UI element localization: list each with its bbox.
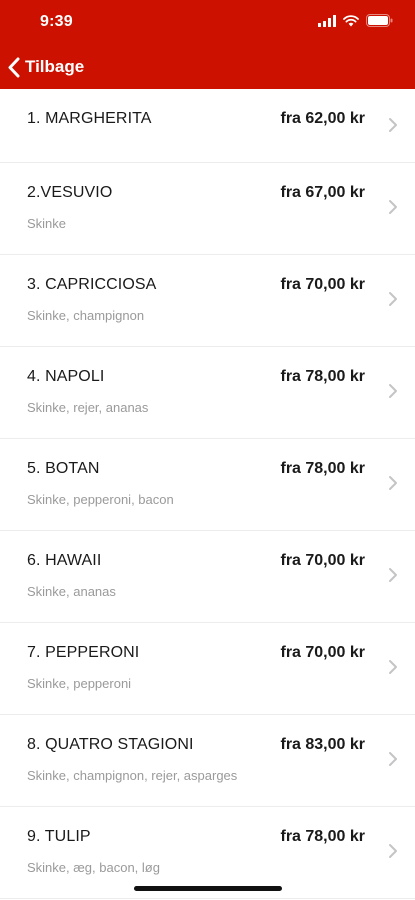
item-price: fra 62,00 kr	[280, 110, 365, 127]
status-bar: 9:39	[0, 0, 415, 44]
item-name: 7. PEPPERONI	[27, 644, 140, 661]
menu-item-pepperoni[interactable]: 7. PEPPERONI Skinke, pepperoni fra 70,00…	[0, 623, 415, 715]
menu-item-quatro-stagioni[interactable]: 8. QUATRO STAGIONI Skinke, champignon, r…	[0, 715, 415, 807]
chevron-right-icon	[389, 568, 397, 582]
chevron-right-icon	[389, 752, 397, 766]
battery-icon	[366, 14, 393, 27]
chevron-right-icon	[389, 660, 397, 674]
menu-list: 1. MARGHERITA fra 62,00 kr 2.VESUVIO Ski…	[0, 89, 415, 899]
item-description: Skinke, champignon	[27, 308, 145, 323]
item-description: Skinke, pepperoni	[27, 676, 132, 691]
menu-item-hawaii[interactable]: 6. HAWAII Skinke, ananas fra 70,00 kr	[0, 531, 415, 623]
item-name: 9. TULIP	[27, 828, 91, 845]
item-price: fra 78,00 kr	[280, 368, 365, 385]
home-indicator[interactable]	[134, 886, 282, 891]
item-description: Skinke, æg, bacon, løg	[27, 860, 160, 875]
header: 9:39 Tilbage	[0, 0, 415, 89]
item-price: fra 70,00 kr	[280, 552, 365, 569]
back-button[interactable]: Tilbage	[8, 52, 84, 82]
item-description: Skinke	[27, 216, 67, 231]
item-description: Skinke, champignon, rejer, asparges	[27, 768, 238, 783]
wifi-icon	[343, 14, 359, 26]
menu-item-botan[interactable]: 5. BOTAN Skinke, pepperoni, bacon fra 78…	[0, 439, 415, 531]
menu-item-margherita[interactable]: 1. MARGHERITA fra 62,00 kr	[0, 89, 415, 163]
item-description: Skinke, rejer, ananas	[27, 400, 149, 415]
item-price: fra 67,00 kr	[280, 184, 365, 201]
chevron-right-icon	[389, 476, 397, 490]
item-price: fra 78,00 kr	[280, 828, 365, 845]
item-price: fra 83,00 kr	[280, 736, 365, 753]
chevron-right-icon	[389, 292, 397, 306]
chevron-right-icon	[389, 844, 397, 858]
item-name: 4. NAPOLI	[27, 368, 105, 385]
back-label: Tilbage	[25, 57, 85, 76]
item-description: Skinke, pepperoni, bacon	[27, 492, 174, 507]
item-price: fra 78,00 kr	[280, 460, 365, 477]
item-description: Skinke, ananas	[27, 584, 116, 599]
menu-item-napoli[interactable]: 4. NAPOLI Skinke, rejer, ananas fra 78,0…	[0, 347, 415, 439]
item-name: 6. HAWAII	[27, 552, 102, 569]
item-name: 5. BOTAN	[27, 460, 100, 477]
chevron-left-icon	[8, 57, 20, 77]
item-name: 2.VESUVIO	[27, 184, 113, 201]
chevron-right-icon	[389, 200, 397, 214]
menu-item-vesuvio[interactable]: 2.VESUVIO Skinke fra 67,00 kr	[0, 163, 415, 255]
item-price: fra 70,00 kr	[280, 276, 365, 293]
menu-item-capricciosa[interactable]: 3. CAPRICCIOSA Skinke, champignon fra 70…	[0, 255, 415, 347]
nav-bar: Tilbage	[0, 44, 415, 89]
item-name: 1. MARGHERITA	[27, 110, 152, 127]
screen: 9:39 Tilbage 1. MARGHERITA fra 62,00 kr …	[0, 0, 415, 900]
chevron-right-icon	[389, 384, 397, 398]
item-name: 8. QUATRO STAGIONI	[27, 736, 194, 753]
status-icons	[318, 14, 393, 27]
item-name: 3. CAPRICCIOSA	[27, 276, 157, 293]
status-time: 9:39	[40, 13, 73, 30]
chevron-right-icon	[389, 118, 397, 132]
signal-icon	[318, 14, 336, 27]
item-price: fra 70,00 kr	[280, 644, 365, 661]
